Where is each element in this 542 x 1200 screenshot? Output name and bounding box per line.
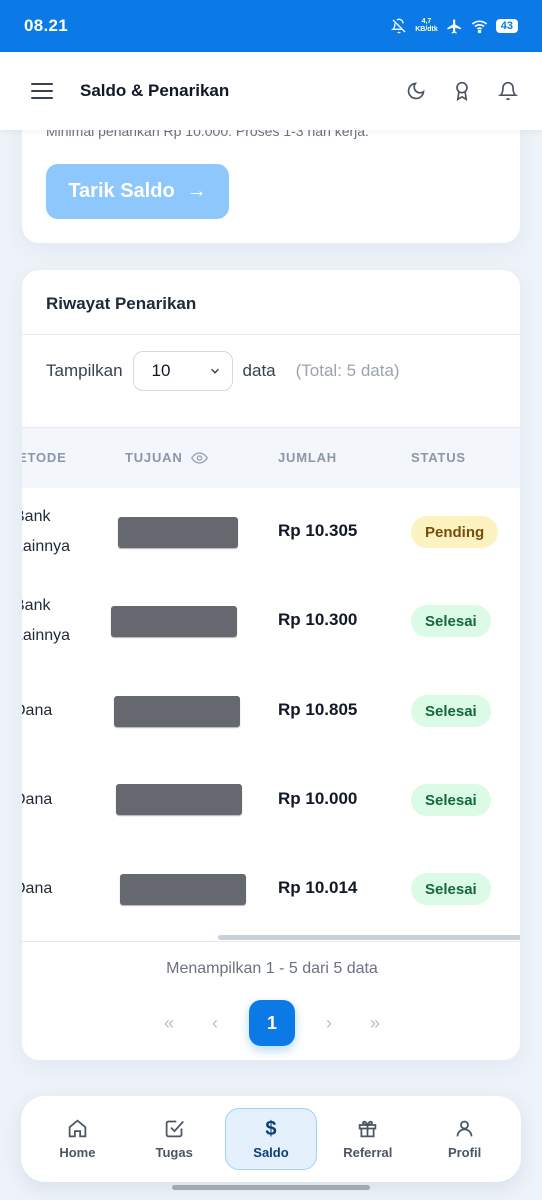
- status-badge: Selesai: [411, 605, 491, 637]
- status-badge: Selesai: [411, 873, 491, 905]
- redacted-destination: [111, 606, 237, 637]
- column-dest: TUJUAN: [125, 450, 208, 465]
- award-icon[interactable]: [450, 79, 474, 103]
- menu-icon[interactable]: [30, 79, 54, 103]
- withdraw-button[interactable]: Tarik Saldo →: [46, 164, 229, 219]
- nav-profil-label: Profil: [447, 1145, 482, 1160]
- status-badge: Pending: [411, 516, 499, 548]
- wifi-icon: [471, 19, 487, 33]
- status-icons: 4,7 KB/dtk 43: [391, 18, 518, 35]
- home-indicator: [172, 1185, 370, 1190]
- redacted-destination: [118, 517, 238, 548]
- status-badge: Selesai: [411, 784, 491, 816]
- row-method: BankLainnya: [22, 597, 71, 644]
- nav-saldo[interactable]: $ Saldo: [224, 1108, 317, 1170]
- row-amount: Rp 10.000: [278, 789, 358, 808]
- airplane-icon: [447, 18, 461, 34]
- status-bar: 08.21 4,7 KB/dtk 43: [0, 0, 542, 52]
- row-amount: Rp 10.305: [278, 521, 358, 540]
- nav-home-label: Home: [59, 1145, 96, 1160]
- nav-referral[interactable]: Referral: [322, 1108, 414, 1170]
- horizontal-scrollbar[interactable]: [218, 935, 520, 940]
- row-method: Dana: [22, 791, 53, 808]
- table-header: ETODE TUJUAN JUMLAH STATUS: [21, 427, 520, 488]
- prev-page-button[interactable]: ‹: [203, 1013, 227, 1034]
- bell-off-icon: [391, 18, 406, 34]
- eye-icon[interactable]: [190, 451, 208, 465]
- divider: [22, 334, 520, 335]
- redacted-destination: [116, 784, 242, 815]
- gift-icon: [359, 1120, 377, 1138]
- page-size-row: Tampilkan 10 data (Total: 5 data): [46, 350, 400, 392]
- nav-home[interactable]: Home: [31, 1108, 123, 1170]
- arrow-right-icon: →: [186, 180, 207, 202]
- next-page-button[interactable]: ›: [317, 1013, 341, 1034]
- row-amount: Rp 10.805: [278, 700, 358, 719]
- table-row[interactable]: BankLainnya Rp 10.300 Selesai: [22, 577, 520, 667]
- app-bar: Saldo & Penarikan: [0, 52, 542, 130]
- table-row[interactable]: Dana Rp 10.014 Selesai: [22, 845, 520, 935]
- divider: [22, 941, 520, 942]
- redacted-destination: [120, 874, 246, 905]
- page-title: Saldo & Penarikan: [80, 81, 230, 100]
- nav-referral-label: Referral: [343, 1145, 393, 1160]
- row-method: BankLainnya: [22, 508, 71, 555]
- moon-icon[interactable]: [404, 79, 428, 103]
- chevron-down-icon: [210, 368, 219, 374]
- redacted-destination: [114, 696, 240, 727]
- data-label: data: [242, 361, 276, 380]
- table-row[interactable]: BankLainnya Rp 10.305 Pending: [22, 488, 520, 578]
- pagination-info: Menampilkan 1 - 5 dari 5 data: [166, 960, 378, 977]
- withdraw-button-label: Tarik Saldo: [68, 180, 175, 202]
- status-time: 08.21: [24, 16, 69, 35]
- task-check-icon: [165, 1120, 184, 1138]
- column-status: STATUS: [411, 450, 466, 465]
- app-bar-actions: [404, 79, 520, 103]
- home-icon: [68, 1119, 87, 1138]
- nav-profil[interactable]: Profil: [419, 1108, 511, 1170]
- dollar-icon: $: [265, 1117, 277, 1140]
- table-row[interactable]: Dana Rp 10.805 Selesai: [22, 667, 520, 757]
- row-method: Dana: [22, 880, 53, 897]
- row-amount: Rp 10.300: [278, 610, 358, 629]
- nav-saldo-label: Saldo: [253, 1144, 289, 1160]
- first-page-button[interactable]: «: [157, 1013, 181, 1034]
- column-amount: JUMLAH: [278, 450, 337, 465]
- history-title: Riwayat Penarikan: [46, 294, 197, 313]
- row-method: Dana: [22, 702, 53, 719]
- bell-icon[interactable]: [496, 79, 520, 103]
- page-size-value: 10: [151, 361, 171, 380]
- nav-tugas-label: Tugas: [155, 1145, 193, 1160]
- withdraw-history-card: Riwayat Penarikan Tampilkan 10 data (Tot…: [21, 269, 521, 1061]
- nav-tugas[interactable]: Tugas: [128, 1108, 220, 1170]
- total-count: (Total: 5 data): [295, 361, 400, 380]
- battery-indicator: 43: [495, 19, 518, 33]
- last-page-button[interactable]: »: [363, 1013, 387, 1034]
- status-badge: Selesai: [411, 695, 491, 727]
- row-amount: Rp 10.014: [278, 878, 358, 897]
- table-row[interactable]: Dana Rp 10.000 Selesai: [22, 756, 520, 846]
- user-icon: [456, 1120, 473, 1137]
- net-speed: 4,7 KB/dtk: [415, 18, 438, 33]
- bottom-nav: Home Tugas $ Saldo Referral Profil: [21, 1096, 521, 1182]
- page-size-select[interactable]: 10: [132, 351, 233, 391]
- show-label: Tampilkan: [46, 361, 123, 380]
- column-dest-label: TUJUAN: [125, 450, 183, 465]
- pagination: « ‹ 1 › »: [22, 1000, 520, 1046]
- page-1-button[interactable]: 1: [249, 1000, 295, 1046]
- column-method: ETODE: [21, 450, 67, 465]
